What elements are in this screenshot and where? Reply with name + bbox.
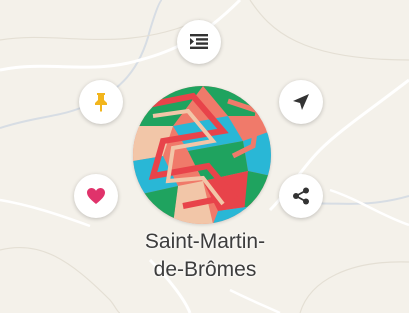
pin-button[interactable] <box>79 80 123 124</box>
list-indent-icon <box>190 34 208 49</box>
navigate-button[interactable] <box>279 80 323 124</box>
place-thumbnail[interactable] <box>133 86 271 224</box>
share-button[interactable] <box>279 174 323 218</box>
place-name-label: Saint-Martin- de-Brômes <box>100 228 310 284</box>
favorite-button[interactable] <box>74 174 118 218</box>
map-view[interactable]: Saint-Martin- de-Brômes <box>0 0 409 313</box>
navigation-arrow-icon <box>293 94 309 110</box>
place-name-line1: Saint-Martin- <box>144 230 266 253</box>
pin-icon <box>95 93 107 112</box>
place-name-line2: de-Brômes <box>153 258 257 281</box>
share-icon <box>293 187 309 205</box>
details-button[interactable] <box>177 20 221 64</box>
heart-icon <box>87 188 105 204</box>
